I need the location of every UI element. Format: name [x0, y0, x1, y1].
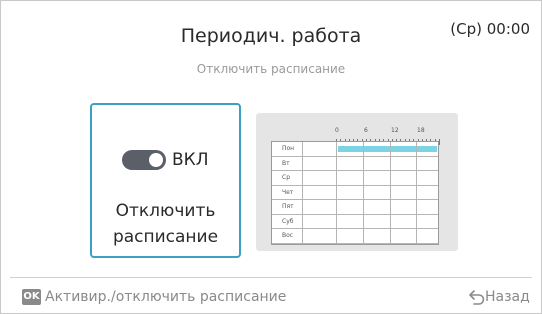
page-subtitle: Отключить расписание [196, 62, 346, 76]
grid-column-line [416, 142, 417, 244]
day-row: Ср [272, 171, 438, 186]
hour-label-12: 12 [391, 127, 399, 134]
toggle-state-label: ВКЛ [172, 150, 209, 170]
toggle-knob [149, 153, 163, 167]
back-button-label[interactable]: Назад [485, 289, 530, 305]
day-label: Суб [282, 217, 294, 225]
day-row: Пят [272, 200, 438, 215]
ok-hint: Активир./отключить расписание [45, 289, 287, 305]
hour-label-18: 18 [417, 127, 425, 134]
grid-column-line [390, 142, 391, 244]
disable-schedule-card[interactable]: ВКЛ Отключить расписание [90, 103, 241, 258]
hour-tick [439, 139, 440, 145]
grid-column-line [363, 142, 364, 244]
day-label: Ср [282, 174, 290, 181]
hour-label-0: 0 [335, 127, 339, 134]
day-row: Чет [272, 186, 438, 200]
schedule-preview: 0 6 12 18 Пон Вт Ср Чет Пят Суб Вос [256, 113, 458, 251]
grid-column-line [302, 142, 303, 244]
grid-column-line [336, 142, 337, 244]
day-label: Вос [282, 232, 294, 239]
day-label: Чет [282, 188, 294, 196]
footer-divider [10, 277, 532, 278]
day-row: Вт [272, 157, 438, 171]
active-period-bar [338, 146, 437, 152]
schedule-toggle[interactable] [122, 150, 166, 170]
card-label: Отключить расписание [112, 201, 219, 247]
day-row: Суб [272, 215, 438, 229]
day-row: Вос [272, 229, 438, 244]
back-arrow-icon[interactable] [468, 289, 486, 305]
hour-label-6: 6 [364, 127, 368, 134]
day-label: Пон [282, 145, 295, 152]
ok-key-icon: OK [22, 289, 41, 305]
day-label: Вт [282, 159, 290, 167]
clock: (Ср) 00:00 [450, 20, 530, 38]
day-row: Пон [272, 142, 438, 157]
day-label: Пят [282, 203, 294, 210]
toggle-row: ВКЛ [122, 149, 209, 171]
schedule-grid: Пон Вт Ср Чет Пят Суб Вос [271, 141, 439, 245]
